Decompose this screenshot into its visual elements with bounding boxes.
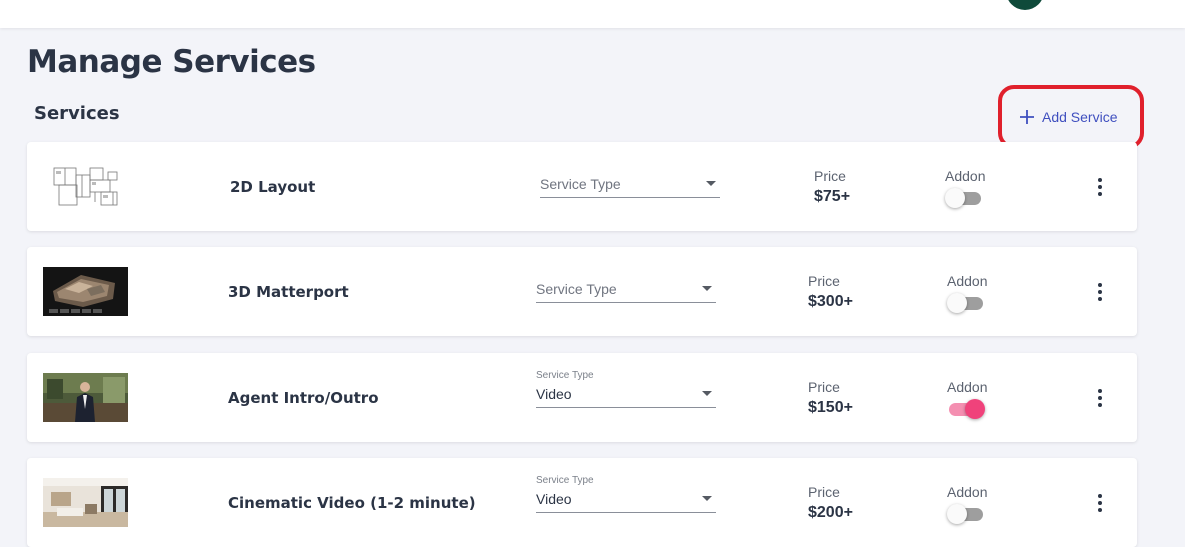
service-type-select[interactable]: Service Type bbox=[536, 269, 716, 303]
page-title: Manage Services bbox=[27, 44, 316, 80]
addon-toggle[interactable] bbox=[947, 293, 985, 313]
service-type-select[interactable]: Service Type Video bbox=[536, 370, 716, 408]
more-options-icon[interactable] bbox=[1095, 178, 1105, 198]
addon-toggle[interactable] bbox=[945, 188, 983, 208]
price-value: $150+ bbox=[808, 399, 853, 416]
service-card: Cinematic Video (1-2 minute) Service Typ… bbox=[27, 458, 1137, 547]
service-name: Cinematic Video (1-2 minute) bbox=[228, 494, 476, 512]
service-name: 3D Matterport bbox=[228, 283, 349, 301]
section-title: Services bbox=[34, 103, 120, 124]
dropdown-arrow-icon bbox=[706, 181, 716, 186]
floorplan-thumbnail bbox=[45, 162, 130, 211]
dropdown-arrow-icon bbox=[702, 286, 712, 291]
more-options-icon[interactable] bbox=[1095, 389, 1105, 409]
addon-toggle[interactable] bbox=[947, 399, 985, 419]
service-type-value: Video bbox=[536, 491, 572, 507]
addon-label: Addon bbox=[947, 484, 988, 500]
user-avatar[interactable] bbox=[1006, 0, 1044, 10]
service-type-select[interactable]: Service Type bbox=[540, 164, 720, 198]
addon-label: Addon bbox=[947, 379, 988, 395]
agent-video-thumbnail bbox=[43, 373, 128, 422]
service-card: Agent Intro/Outro Service Type Video Pri… bbox=[27, 353, 1137, 442]
service-type-label: Service Type bbox=[536, 370, 594, 381]
add-service-button[interactable]: Add Service bbox=[1018, 104, 1117, 130]
service-type-value: Service Type bbox=[540, 176, 621, 192]
top-bar bbox=[0, 0, 1185, 28]
price-label: Price bbox=[814, 168, 846, 184]
service-type-value: Video bbox=[536, 386, 572, 402]
addon-label: Addon bbox=[945, 168, 986, 184]
plus-icon bbox=[1020, 110, 1034, 124]
dropdown-arrow-icon bbox=[702, 496, 712, 501]
addon-toggle[interactable] bbox=[947, 504, 985, 524]
service-type-value: Service Type bbox=[536, 281, 617, 297]
toggle-knob bbox=[965, 399, 985, 419]
more-options-icon[interactable] bbox=[1095, 494, 1105, 514]
interior-thumbnail bbox=[43, 478, 128, 527]
service-card: 2D Layout Service Type Price $75+ Addon bbox=[27, 142, 1137, 231]
dropdown-arrow-icon bbox=[702, 391, 712, 396]
price-value: $200+ bbox=[808, 504, 853, 521]
price-value: $300+ bbox=[808, 293, 853, 310]
price-label: Price bbox=[808, 379, 840, 395]
service-card: 3D Matterport Service Type Price $300+ A… bbox=[27, 247, 1137, 336]
add-service-label: Add Service bbox=[1042, 109, 1118, 125]
service-type-label: Service Type bbox=[536, 475, 594, 486]
price-value: $75+ bbox=[814, 188, 851, 205]
service-name: Agent Intro/Outro bbox=[228, 389, 379, 407]
matterport-thumbnail bbox=[43, 267, 128, 316]
addon-label: Addon bbox=[947, 273, 988, 289]
price-label: Price bbox=[808, 484, 840, 500]
service-name: 2D Layout bbox=[230, 178, 316, 196]
toggle-knob bbox=[945, 188, 965, 208]
price-label: Price bbox=[808, 273, 840, 289]
more-options-icon[interactable] bbox=[1095, 283, 1105, 303]
service-type-select[interactable]: Service Type Video bbox=[536, 475, 716, 513]
toggle-knob bbox=[947, 293, 967, 313]
toggle-knob bbox=[947, 504, 967, 524]
